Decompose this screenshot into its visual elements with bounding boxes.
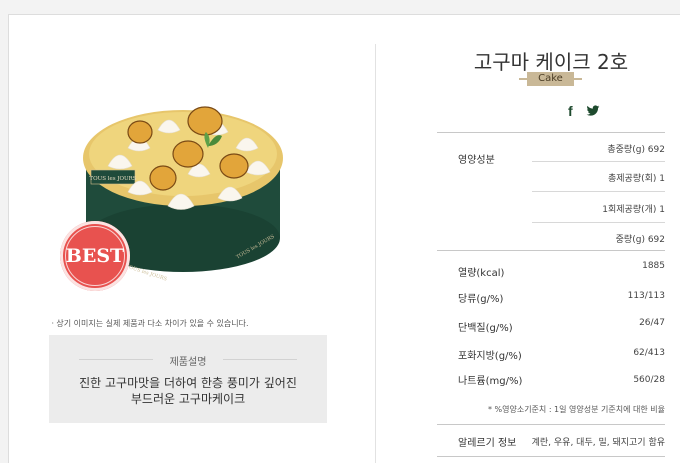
facebook-icon[interactable]: f: [568, 104, 577, 118]
nutrient-label: 나트륨(mg/%): [458, 376, 523, 387]
total-weight: 총중량(g) 692: [607, 145, 665, 155]
table-top-line: [437, 132, 665, 133]
nutrient-label: 당류(g/%): [458, 294, 504, 305]
row-divider: [532, 161, 665, 162]
description-title: 제품설명: [49, 353, 327, 368]
best-badge-text: BEST: [65, 245, 125, 267]
nutrient-label: 포화지방(g/%): [458, 351, 522, 362]
best-badge: BEST: [60, 221, 130, 291]
nutrient-value: 26/47: [639, 318, 665, 328]
row-divider: [437, 424, 665, 425]
description-line-2: 부드러운 고구마케이크: [130, 392, 246, 406]
image-notice: ㆍ상기 이미지는 실제 제품과 다소 차이가 있을 수 있습니다.: [49, 319, 249, 328]
allergy-label: 알레르기 정보: [458, 438, 517, 449]
brand-label: TOUS les JOURS: [89, 176, 136, 182]
table-bottom-line: [437, 456, 665, 457]
nutrient-label: 단백질(g/%): [458, 323, 513, 334]
nutrient-value: 560/28: [633, 375, 665, 385]
description-box: 제품설명 진한 고구마맛을 더하여 한층 풍미가 깊어진 부드러운 고구마케이크: [49, 335, 327, 423]
nutrient-value: 1885: [642, 261, 665, 271]
twitter-icon[interactable]: [586, 104, 600, 118]
allergy-value: 계란, 우유, 대두, 밀, 돼지고기 함유: [531, 438, 665, 448]
weight: 중량(g) 692: [615, 235, 665, 245]
nutrient-value: 113/113: [627, 291, 665, 301]
row-divider: [532, 222, 665, 223]
description-line-1: 진한 고구마맛을 더하여 한층 풍미가 깊어진: [79, 376, 297, 390]
servings: 총제공량(회) 1: [607, 174, 665, 184]
row-divider: [532, 191, 665, 192]
row-divider: [437, 250, 665, 251]
page-top-gap: [0, 0, 680, 14]
nutrition-section-label: 영양성분: [458, 155, 495, 166]
share-links: f: [568, 104, 600, 118]
category-tag: Cake: [519, 72, 582, 86]
product-name: 고구마 케이크 2호: [473, 50, 629, 74]
description-text: 진한 고구마맛을 더하여 한층 풍미가 깊어진 부드러운 고구마케이크: [49, 375, 327, 407]
footnote: * %영양소기준치 : 1일 영양성분 기준치에 대한 비율: [487, 405, 665, 414]
nutrient-value: 62/413: [633, 348, 665, 358]
nutrient-label: 열량(kcal): [458, 268, 505, 279]
serving-size: 1회제공량(개) 1: [602, 205, 665, 215]
column-divider: [375, 44, 376, 463]
